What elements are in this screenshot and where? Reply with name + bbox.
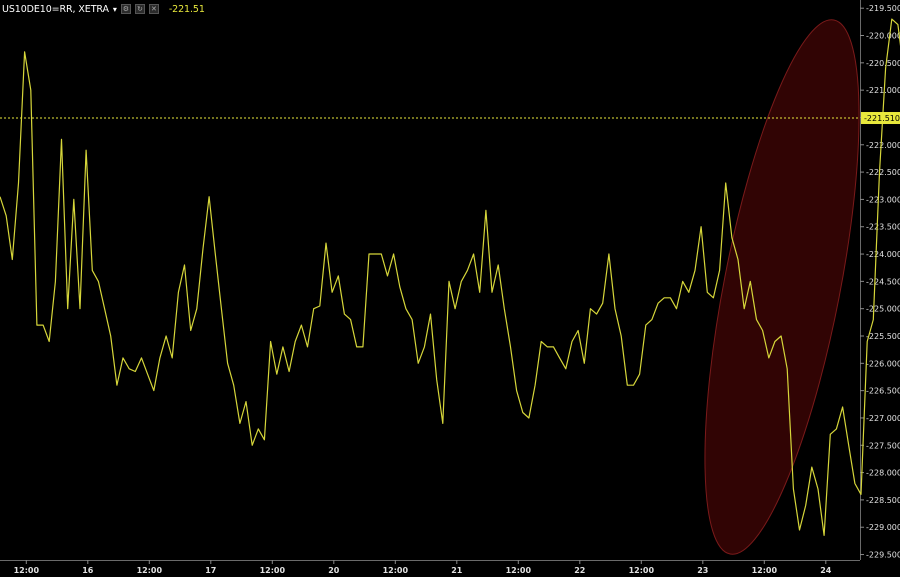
x-tick-label: 12:00 — [506, 566, 532, 575]
y-tick-label: -227.500 — [866, 441, 900, 450]
x-tick-label: 22 — [574, 566, 585, 575]
y-tick-label: -225.000 — [866, 305, 900, 314]
y-tick-label: -219.500 — [866, 4, 900, 13]
y-tick-label: -227.000 — [866, 414, 900, 423]
y-tick-label: -224.500 — [866, 277, 900, 286]
highlight-ellipse — [704, 19, 860, 555]
x-tick-label: 12:00 — [137, 566, 163, 575]
y-tick-label: -229.500 — [866, 551, 900, 560]
x-tick-label: 12:00 — [752, 566, 778, 575]
x-tick-label: 23 — [697, 566, 708, 575]
y-tick-label: -228.500 — [866, 496, 900, 505]
y-tick-label: -223.500 — [866, 223, 900, 232]
last-price-tag-label: -221.510 — [864, 114, 900, 123]
x-tick-label: 12:00 — [260, 566, 286, 575]
x-tick-label: 24 — [820, 566, 832, 575]
x-tick-label: 12:00 — [14, 566, 40, 575]
x-tick-label: 17 — [205, 566, 216, 575]
x-tick-label: 16 — [82, 566, 94, 575]
y-tick-label: -225.500 — [866, 332, 900, 341]
y-tick-label: -226.500 — [866, 387, 900, 396]
y-tick-label: -221.000 — [866, 86, 900, 95]
price-chart[interactable]: -219.500-220.000-220.500-221.000-221.500… — [0, 0, 900, 577]
y-tick-label: -226.000 — [866, 359, 900, 368]
y-tick-label: -222.000 — [866, 141, 900, 150]
x-tick-label: 12:00 — [629, 566, 655, 575]
y-tick-label: -224.000 — [866, 250, 900, 259]
x-tick-label: 20 — [328, 566, 340, 575]
x-tick-label: 12:00 — [383, 566, 409, 575]
y-tick-label: -220.000 — [866, 32, 900, 41]
y-tick-label: -223.000 — [866, 195, 900, 204]
y-tick-label: -229.000 — [866, 523, 900, 532]
y-tick-label: -220.500 — [866, 59, 900, 68]
y-tick-label: -222.500 — [866, 168, 900, 177]
x-tick-label: 21 — [451, 566, 463, 575]
y-tick-label: -228.000 — [866, 469, 900, 478]
